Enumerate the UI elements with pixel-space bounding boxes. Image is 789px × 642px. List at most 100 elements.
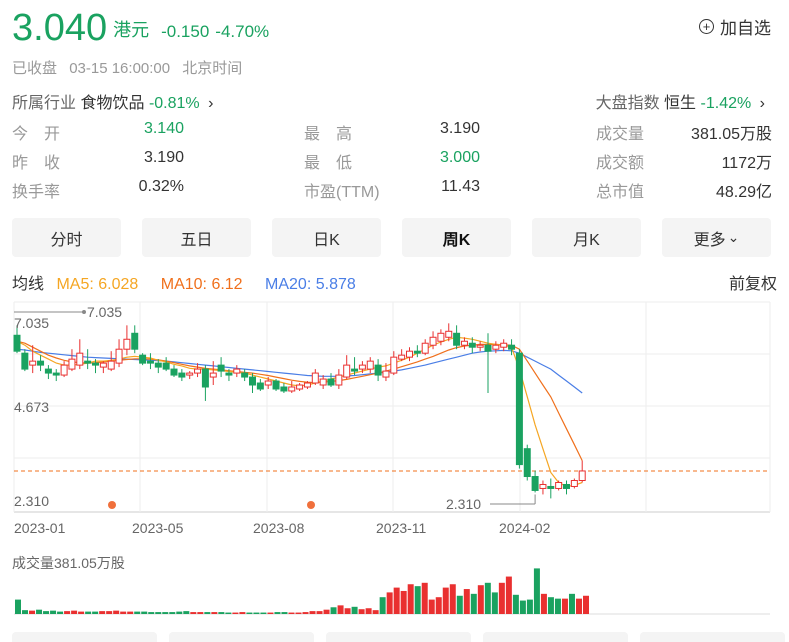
volume-bar	[211, 612, 218, 614]
volume-bar	[498, 582, 505, 614]
tab-1[interactable]: 五日	[142, 218, 251, 257]
candle-body	[21, 352, 29, 370]
bottom-button[interactable]	[169, 632, 314, 642]
candle-body	[92, 362, 99, 366]
industry-label: 所属行业	[12, 95, 77, 112]
volume-bar	[134, 611, 141, 614]
volume-bar	[162, 612, 169, 614]
candle-body	[429, 336, 437, 346]
ma10-value: MA10: 6.12	[160, 276, 243, 293]
stats-row: 昨 收 3.190 最 低 3.000 成交额 1172万	[12, 149, 772, 178]
chevron-right-icon: ›	[208, 95, 214, 112]
plus-circle-icon: +	[699, 19, 714, 34]
tab-4[interactable]: 月K	[532, 218, 641, 257]
candle-body	[358, 364, 366, 370]
volume-bar	[120, 611, 127, 614]
volume-bar	[526, 599, 533, 614]
chevron-right-icon: ›	[759, 95, 765, 112]
add-favorite-button[interactable]: + 加自选	[699, 14, 771, 39]
max-annotation-label: 7.035	[87, 304, 122, 320]
bottom-button[interactable]	[12, 632, 157, 642]
volume-bar	[155, 612, 162, 614]
volume-bar	[127, 611, 134, 614]
stat-value: 11.43	[441, 178, 480, 195]
volume-bar	[71, 610, 78, 614]
ma5-value: MA5: 6.028	[56, 276, 139, 293]
tab-5[interactable]: 更多 ⌄	[662, 218, 771, 257]
market-time: 03-15 16:00:00	[69, 60, 171, 77]
candle-body	[437, 332, 445, 342]
y-axis-label: 7.035	[14, 315, 49, 331]
candle-body	[484, 344, 492, 352]
candle-body	[476, 344, 484, 348]
bottom-buttons	[12, 632, 785, 642]
candle-body	[241, 372, 249, 378]
candle-body	[146, 360, 154, 364]
market-index-link[interactable]: 大盘指数 恒生 -1.42% ›	[596, 89, 765, 113]
candle-body	[335, 374, 343, 386]
volume-bar	[379, 597, 386, 614]
candle-body	[578, 470, 586, 482]
volume-bar	[43, 611, 50, 614]
bottom-button[interactable]	[326, 632, 471, 642]
volume-bar	[183, 611, 190, 614]
industry-link[interactable]: 所属行业 食物饮品 -0.81% ›	[12, 89, 213, 113]
candle-body	[311, 372, 319, 384]
candle-body	[13, 334, 21, 352]
volume-bar	[92, 611, 99, 614]
volume-bar	[351, 606, 358, 614]
volume-bar	[29, 610, 36, 614]
volume-bar	[583, 595, 589, 614]
candle-body	[178, 372, 186, 378]
candle-body	[570, 480, 578, 487]
volume-bar	[253, 612, 260, 614]
candle-body	[523, 448, 531, 478]
price-change-pct: -4.70%	[215, 22, 270, 41]
volume-bar	[141, 611, 148, 614]
candle-body	[29, 360, 37, 366]
stat-label: 成交量	[596, 126, 645, 143]
volume-bar	[344, 608, 351, 614]
volume-bar	[302, 612, 309, 614]
candle-body	[398, 354, 406, 360]
volume-bar	[78, 611, 85, 614]
candle-body	[492, 344, 500, 350]
volume-bar	[232, 612, 239, 614]
x-axis-label: 2023-05	[132, 520, 184, 536]
candle-body	[460, 340, 468, 346]
candle-body	[123, 338, 131, 350]
x-axis-label: 2024-02	[499, 520, 551, 536]
volume-bar	[358, 609, 365, 614]
market-index-name: 恒生	[664, 95, 697, 112]
bottom-button[interactable]	[483, 632, 628, 642]
candle-body	[272, 380, 280, 390]
candle-body	[531, 476, 539, 491]
bottom-button[interactable]	[640, 632, 785, 642]
candle-body	[421, 342, 429, 354]
event-marker	[307, 501, 315, 509]
adjust-selector[interactable]: 前复权	[729, 270, 777, 294]
candle-body	[382, 370, 390, 378]
tab-0[interactable]: 分时	[12, 218, 121, 257]
tab-2[interactable]: 日K	[272, 218, 381, 257]
candle-body	[37, 360, 45, 366]
volume-bar	[421, 582, 428, 614]
candle-body	[343, 364, 351, 378]
stats-row: 换手率 0.32% 市盈(TTM) 11.43 总市值 48.29亿	[12, 178, 772, 207]
volume-bar	[316, 611, 323, 614]
volume-bar	[204, 612, 211, 614]
volume-bar	[85, 611, 92, 614]
volume-bar	[50, 610, 57, 614]
stat-value: 3.190	[439, 120, 480, 137]
candle-body	[390, 356, 398, 374]
ma-legend: 均线 MA5: 6.028 MA10: 6.12 MA20: 5.878 前复权	[12, 270, 777, 294]
volume-bar	[309, 611, 316, 614]
volume-bar	[295, 612, 302, 614]
volume-bar	[22, 610, 29, 614]
candle-body	[296, 384, 304, 390]
chart-period-tabs: 分时 五日 日K 周K 月K 更多 ⌄	[12, 218, 771, 257]
volume-bar	[225, 612, 232, 614]
x-axis-label: 2023-11	[376, 520, 427, 536]
volume-bar	[463, 589, 470, 614]
tab-3[interactable]: 周K	[402, 218, 511, 257]
